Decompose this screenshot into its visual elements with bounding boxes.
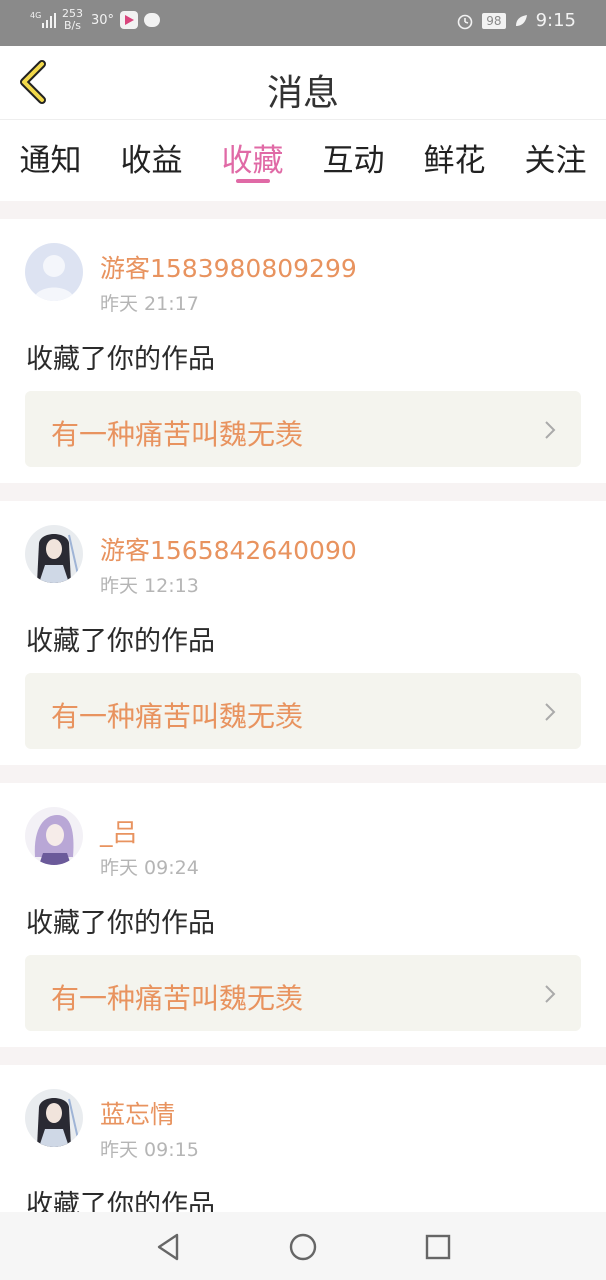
- anime-avatar-icon[interactable]: [25, 1089, 83, 1147]
- home-circle-icon[interactable]: [286, 1230, 320, 1264]
- chevron-right-icon: [545, 421, 556, 439]
- divider: [0, 201, 606, 219]
- tab-earnings[interactable]: 收益: [101, 121, 202, 201]
- chevron-right-icon: [545, 985, 556, 1003]
- purple-hair-avatar-icon[interactable]: [25, 807, 83, 865]
- battery-icon: 98: [482, 12, 506, 29]
- status-right: 98 9:15: [456, 10, 576, 31]
- work-link[interactable]: 有一种痛苦叫魏无羡: [25, 673, 581, 749]
- default-avatar-icon[interactable]: [25, 243, 83, 301]
- action-text: 收藏了你的作品: [26, 908, 215, 939]
- tab-bar: 通知 收益 收藏 互动 鲜花 关注: [0, 121, 606, 201]
- app-header: 消息: [0, 46, 606, 120]
- divider: [0, 765, 606, 783]
- list-item: 游客1583980809299 昨天 21:17 收藏了你的作品 有一种痛苦叫魏…: [0, 219, 606, 483]
- chevron-right-icon: [545, 703, 556, 721]
- timestamp: 昨天 12:13: [100, 575, 199, 597]
- system-nav-bar: [0, 1212, 606, 1280]
- work-link[interactable]: 有一种痛苦叫魏无羡: [25, 391, 581, 467]
- anime-avatar-icon[interactable]: [25, 525, 83, 583]
- username[interactable]: _吕: [100, 813, 138, 849]
- tab-notifications[interactable]: 通知: [0, 121, 101, 201]
- signal-icon: 4G: [30, 11, 56, 28]
- page-title: 消息: [266, 73, 339, 114]
- back-triangle-icon[interactable]: [151, 1230, 185, 1264]
- video-app-icon: [120, 11, 139, 29]
- alarm-icon: [457, 14, 473, 29]
- tab-follows[interactable]: 关注: [505, 121, 606, 201]
- work-title: 有一种痛苦叫魏无羡: [51, 982, 304, 1015]
- network-speed: 253 B/s: [62, 7, 83, 32]
- username[interactable]: 蓝忘情: [100, 1095, 175, 1131]
- action-text: 收藏了你的作品: [26, 626, 215, 657]
- work-link[interactable]: 有一种痛苦叫魏无羡: [25, 955, 581, 1031]
- clock: 9:15: [535, 10, 576, 31]
- leaf-icon: [515, 14, 527, 26]
- timestamp: 昨天 21:17: [100, 293, 199, 315]
- list-item: _吕 昨天 09:24 收藏了你的作品 有一种痛苦叫魏无羡: [0, 783, 606, 1047]
- work-title: 有一种痛苦叫魏无羡: [51, 700, 304, 733]
- chat-bubble-icon: [144, 13, 161, 27]
- list-item: 游客1565842640090 昨天 12:13 收藏了你的作品 有一种痛苦叫魏…: [0, 501, 606, 765]
- divider: [0, 483, 606, 501]
- divider: [0, 1047, 606, 1065]
- svg-text:4G: 4G: [30, 11, 41, 20]
- message-list: 游客1583980809299 昨天 21:17 收藏了你的作品 有一种痛苦叫魏…: [0, 201, 606, 1280]
- tab-flowers[interactable]: 鲜花: [404, 121, 505, 201]
- tab-interactions[interactable]: 互动: [303, 121, 404, 201]
- recents-square-icon[interactable]: [421, 1230, 455, 1264]
- tab-favorites[interactable]: 收藏: [202, 121, 303, 201]
- username[interactable]: 游客1583980809299: [100, 249, 357, 285]
- tab-indicator: [235, 179, 270, 183]
- temperature: 30°: [91, 12, 115, 28]
- action-text: 收藏了你的作品: [26, 344, 215, 375]
- status-left: 4G 253 B/s 30°: [30, 7, 161, 32]
- work-title: 有一种痛苦叫魏无羡: [51, 418, 304, 451]
- username[interactable]: 游客1565842640090: [100, 531, 357, 567]
- timestamp: 昨天 09:15: [100, 1139, 199, 1161]
- status-bar: 4G 253 B/s 30° 98 9:15: [0, 0, 606, 46]
- timestamp: 昨天 09:24: [100, 857, 199, 879]
